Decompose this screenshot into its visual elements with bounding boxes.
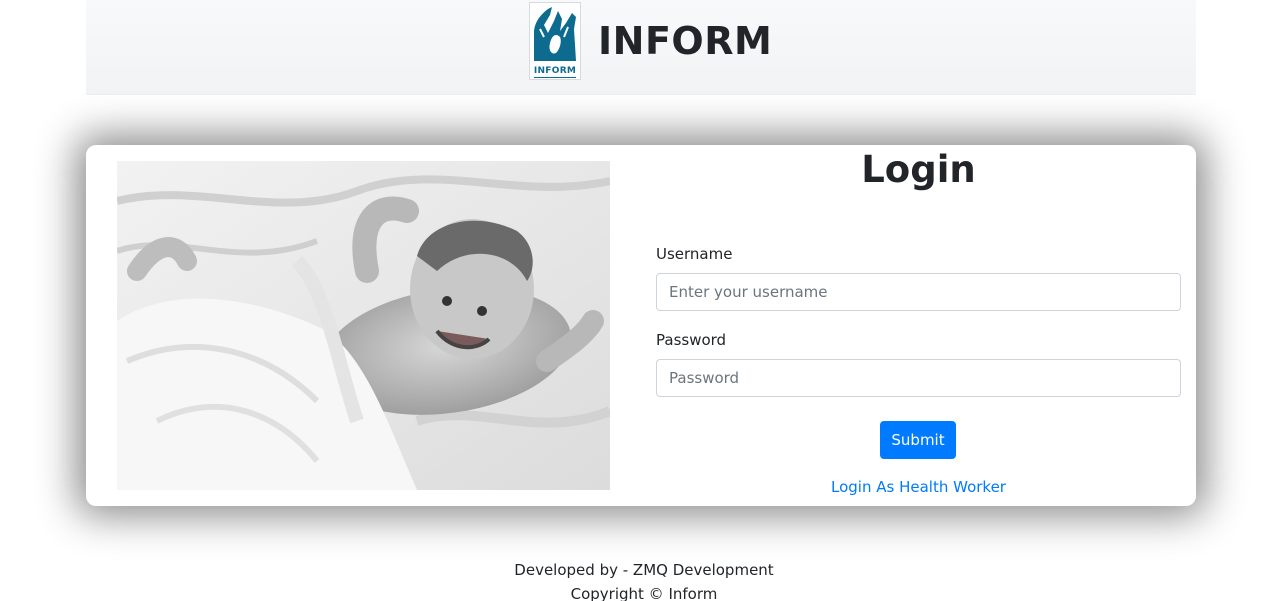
login-heading: Login [861,148,976,191]
password-label: Password [656,331,727,349]
health-worker-login-link[interactable]: Login As Health Worker [656,478,1181,496]
site-title: INFORM [598,19,773,63]
baby-photo [117,161,610,490]
login-card: Login Username Password Submit Login As … [86,145,1196,506]
hands-logo-icon [530,3,580,67]
submit-button[interactable]: Submit [880,421,956,459]
username-input[interactable] [656,273,1181,311]
site-header: INFORM INFORM [86,0,1196,95]
brand[interactable]: INFORM INFORM [529,2,772,80]
baby-image [117,161,610,490]
inform-logo: INFORM [529,2,581,80]
logo-underline [534,77,576,78]
copyright-text: Copyright © Inform [570,585,718,601]
password-input[interactable] [656,359,1181,397]
logo-text: INFORM [533,66,577,76]
site-footer: Developed by - ZMQ Development Copyright… [0,558,1288,601]
username-label: Username [656,245,733,263]
developed-by-text: Developed by - ZMQ Development [514,561,774,579]
